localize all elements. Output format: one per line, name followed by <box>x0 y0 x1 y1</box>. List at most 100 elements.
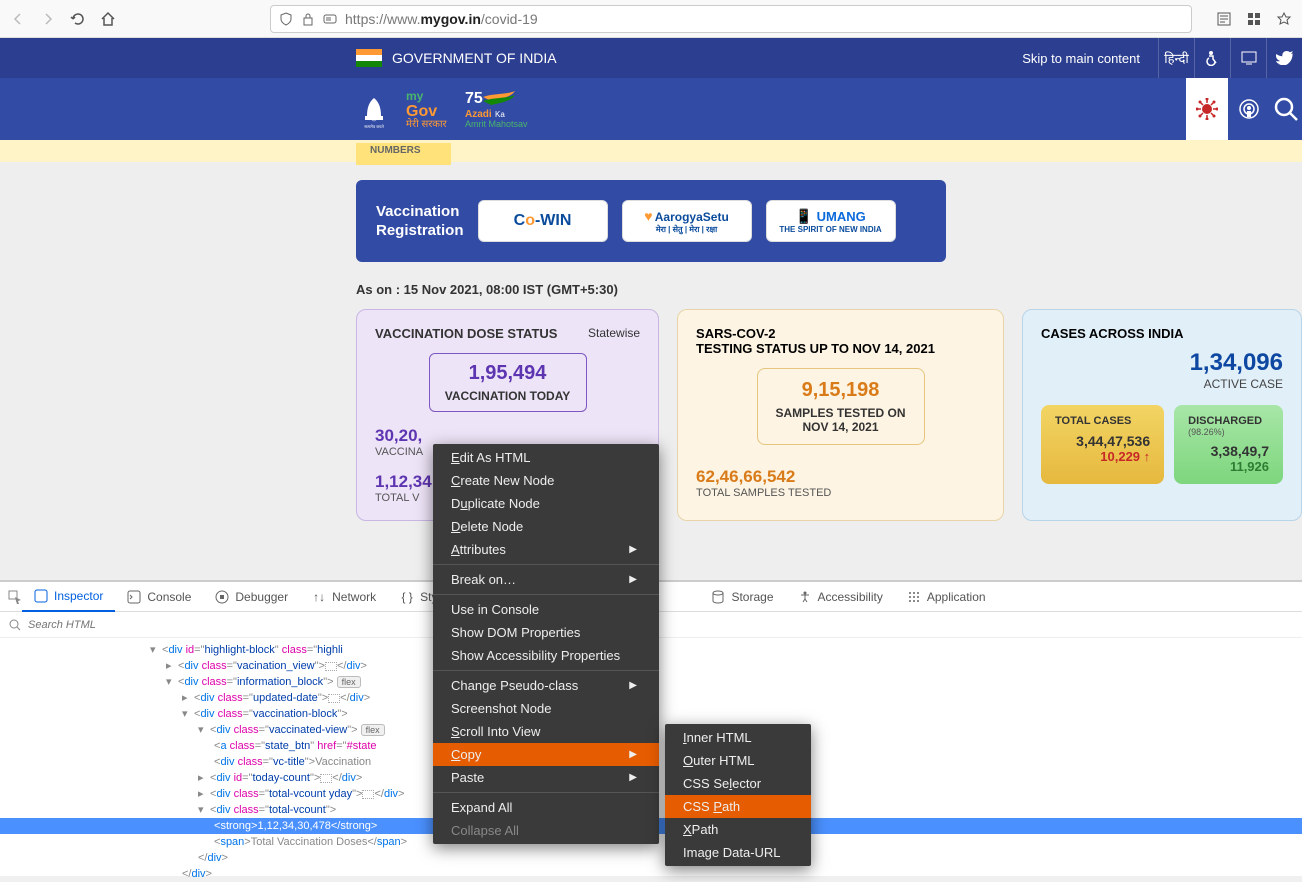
total-samples-label: TOTAL SAMPLES TESTED <box>696 487 985 499</box>
disch-num: 3,38,49,7 <box>1188 443 1269 459</box>
ctx-xpath[interactable]: XPath <box>665 818 811 841</box>
element-picker-icon[interactable] <box>8 590 22 604</box>
ctx-css-selector[interactable]: CSS Selector <box>665 772 811 795</box>
ctx-pseudo[interactable]: Change Pseudo-class▶ <box>433 674 659 697</box>
samples-label1: SAMPLES TESTED ON <box>758 406 924 420</box>
search-icon <box>8 618 22 632</box>
umang-button[interactable]: 📱UMANGTHE SPIRIT OF NEW INDIA <box>766 200 896 242</box>
ctx-console[interactable]: Use in Console <box>433 598 659 621</box>
ctx-edit-html[interactable]: Edit As HTML <box>433 446 659 469</box>
total-cases-card: TOTAL CASES 3,44,47,536 10,229 ↑ <box>1041 405 1164 484</box>
gov-title: GOVERNMENT OF INDIA <box>392 50 557 66</box>
vacc-reg-label: VaccinationRegistration <box>376 202 464 241</box>
back-button[interactable] <box>10 11 26 27</box>
svg-text:Amrit Mahotsav: Amrit Mahotsav <box>465 119 528 129</box>
svg-text:75: 75 <box>465 90 483 107</box>
samples-box: 9,15,198 SAMPLES TESTED ON NOV 14, 2021 <box>757 368 925 445</box>
testing-line2: TESTING STATUS UP TO NOV 14, 2021 <box>696 341 985 356</box>
shield-icon <box>279 12 293 26</box>
home-button[interactable] <box>100 11 116 27</box>
tab-application[interactable]: Application <box>895 583 998 611</box>
skip-link[interactable]: Skip to main content <box>1004 51 1158 66</box>
india-flag-icon <box>356 49 382 67</box>
ctx-screenshot[interactable]: Screenshot Node <box>433 697 659 720</box>
testing-line1: SARS-COV-2 <box>696 326 985 341</box>
samples-label2: NOV 14, 2021 <box>758 420 924 434</box>
monitor-icon[interactable] <box>1230 38 1266 78</box>
nav-bar: सत्यमेव जयते my Gov मेरी सरकार 75AzadiKa… <box>0 78 1302 140</box>
bookmark-icon[interactable] <box>1276 11 1292 27</box>
covid-icon[interactable] <box>1186 78 1228 140</box>
podcast-icon[interactable] <box>1228 78 1270 140</box>
gov-bar: GOVERNMENT OF INDIA Skip to main content… <box>0 38 1302 78</box>
vaccination-registration: VaccinationRegistration Co-WIN ♥ Aarogya… <box>356 180 946 262</box>
ctx-dom-props[interactable]: Show DOM Properties <box>433 621 659 644</box>
today-num: 1,95,494 <box>430 362 586 385</box>
reader-icon[interactable] <box>1216 11 1232 27</box>
twitter-icon[interactable] <box>1266 38 1302 78</box>
total-cases-delta: 10,229 ↑ <box>1055 449 1150 464</box>
statewise-link[interactable]: Statewise <box>588 326 640 341</box>
ctx-inner-html[interactable]: Inner HTML <box>665 726 811 749</box>
discharged-card: DISCHARGED (98.26%) 3,38,49,7 11,926 <box>1174 405 1283 484</box>
tab-console[interactable]: Console <box>115 583 203 611</box>
apps-icon[interactable] <box>1246 11 1262 27</box>
cowin-button[interactable]: Co-WIN <box>478 200 608 242</box>
total-cases-title: TOTAL CASES <box>1055 415 1150 427</box>
today-label: VACCINATION TODAY <box>430 389 586 403</box>
disch-pct: (98.26%) <box>1188 427 1269 437</box>
search-input[interactable] <box>28 619 1294 631</box>
aarogyasetu-button[interactable]: ♥ AarogyaSetuमेरा | सेतु | मेरा | रक्षा <box>622 200 752 242</box>
hindi-link[interactable]: हिन्दी <box>1158 38 1194 78</box>
cases-title: CASES ACROSS INDIA <box>1041 326 1283 341</box>
ctx-create-node[interactable]: Create New Node <box>433 469 659 492</box>
ctx-a11y-props[interactable]: Show Accessibility Properties <box>433 644 659 667</box>
accessibility-icon[interactable] <box>1194 38 1230 78</box>
tab-accessibility[interactable]: Accessibility <box>786 583 895 611</box>
ctx-break[interactable]: Break on…▶ <box>433 568 659 591</box>
samples-num: 9,15,198 <box>758 379 924 402</box>
svg-text:सत्यमेव जयते: सत्यमेव जयते <box>364 124 384 129</box>
browser-toolbar: https://www.mygov.in/covid-19 <box>0 0 1302 38</box>
ctx-paste[interactable]: Paste▶ <box>433 766 659 789</box>
ctx-attributes[interactable]: Attributes▶ <box>433 538 659 561</box>
numbers-label: NUMBERS <box>356 143 451 165</box>
ctx-image-dataurl[interactable]: Image Data-URL <box>665 841 811 864</box>
context-submenu: Inner HTML Outer HTML CSS Selector CSS P… <box>665 724 811 866</box>
context-menu: Edit As HTML Create New Node Duplicate N… <box>433 444 659 844</box>
permissions-icon <box>323 12 337 26</box>
ctx-expand[interactable]: Expand All <box>433 796 659 819</box>
ctx-delete[interactable]: Delete Node <box>433 515 659 538</box>
tab-storage[interactable]: Storage <box>699 583 785 611</box>
ctx-outer-html[interactable]: Outer HTML <box>665 749 811 772</box>
ctx-duplicate[interactable]: Duplicate Node <box>433 492 659 515</box>
disch-delta: 11,926 <box>1188 459 1269 474</box>
tab-network[interactable]: ↑↓Network <box>300 583 388 611</box>
testing-card: SARS-COV-2 TESTING STATUS UP TO NOV 14, … <box>677 309 1004 521</box>
today-box: 1,95,494 VACCINATION TODAY <box>429 353 587 412</box>
active-num: 1,34,096 <box>1041 349 1283 377</box>
ctx-scroll[interactable]: Scroll Into View <box>433 720 659 743</box>
tab-debugger[interactable]: Debugger <box>203 583 300 611</box>
reload-button[interactable] <box>70 11 86 27</box>
active-label: ACTIVE CASE <box>1041 377 1283 391</box>
disch-title: DISCHARGED <box>1188 415 1269 427</box>
url-bar[interactable]: https://www.mygov.in/covid-19 <box>270 5 1192 33</box>
vacc-title: VACCINATION DOSE STATUS <box>375 326 557 341</box>
ctx-collapse[interactable]: Collapse All <box>433 819 659 842</box>
timestamp: As on : 15 Nov 2021, 08:00 IST (GMT+5:30… <box>356 282 946 297</box>
cases-card: CASES ACROSS INDIA 1,34,096 ACTIVE CASE … <box>1022 309 1302 521</box>
numbers-bar: NUMBERS <box>0 140 1302 162</box>
ctx-copy[interactable]: Copy▶ <box>433 743 659 766</box>
mygov-logo[interactable]: my Gov मेरी सरकार <box>406 88 447 130</box>
total-samples-num: 62,46,66,542 <box>696 467 985 487</box>
lock-icon <box>301 12 315 26</box>
azadi-logo: 75AzadiKaAmrit Mahotsav <box>465 89 529 129</box>
tab-inspector[interactable]: Inspector <box>22 582 115 612</box>
ctx-css-path[interactable]: CSS Path <box>665 795 811 818</box>
forward-button[interactable] <box>40 11 56 27</box>
total-cases-num: 3,44,47,536 <box>1055 433 1150 449</box>
emblem-icon: सत्यमेव जयते <box>356 86 392 132</box>
search-nav-icon[interactable] <box>1270 78 1302 140</box>
url-text: https://www.mygov.in/covid-19 <box>345 11 1183 27</box>
